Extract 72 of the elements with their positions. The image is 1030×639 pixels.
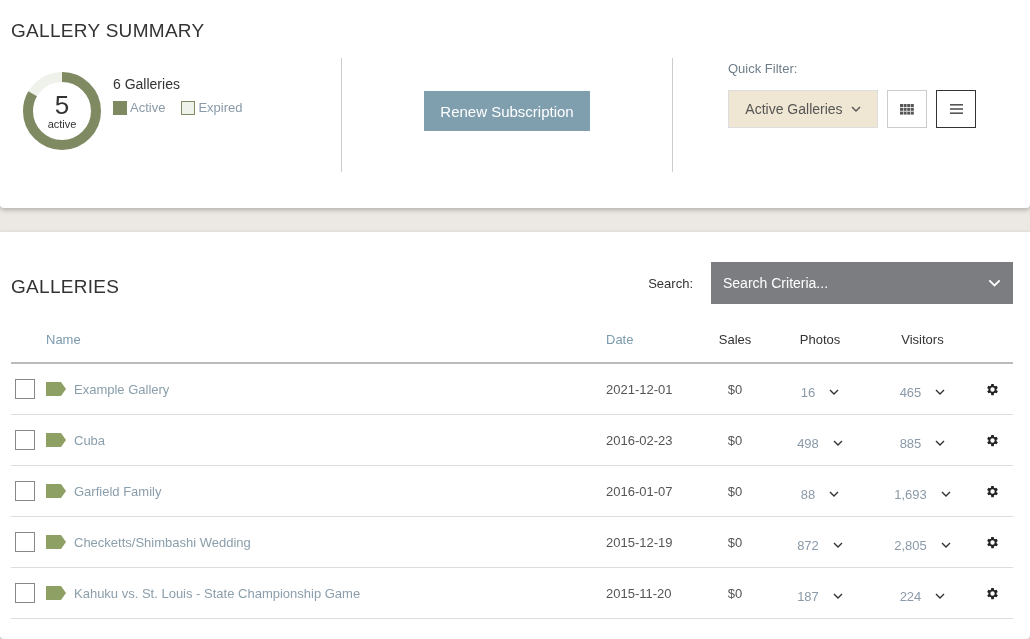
tag-icon bbox=[46, 484, 66, 498]
row-checkbox[interactable] bbox=[15, 532, 35, 552]
chevron-down-icon bbox=[829, 389, 840, 395]
chevron-down-icon bbox=[935, 440, 946, 446]
row-checkbox[interactable] bbox=[15, 379, 35, 399]
chevron-down-icon bbox=[940, 491, 951, 497]
photos-count: 187 bbox=[797, 588, 819, 604]
gallery-name-link[interactable]: Checketts/Shimbashi Wedding bbox=[74, 534, 251, 550]
tag-icon bbox=[46, 433, 66, 447]
column-header: Visitors bbox=[901, 332, 944, 347]
column-header[interactable]: Date bbox=[606, 332, 634, 347]
visitors-count: 2,805 bbox=[894, 537, 927, 553]
photos-count: 88 bbox=[800, 486, 816, 502]
chevron-down-icon bbox=[850, 106, 861, 112]
photos-count: 16 bbox=[800, 384, 816, 400]
visitors-count: 885 bbox=[899, 435, 922, 451]
date-cell: 2016-01-07 bbox=[606, 483, 673, 499]
tag-icon bbox=[46, 535, 66, 549]
gallery-name-link[interactable]: Garfield Family bbox=[74, 483, 162, 499]
sales-cell: $0 bbox=[727, 534, 743, 550]
active-count: 5 bbox=[54, 92, 70, 118]
search-label: Search: bbox=[648, 275, 693, 291]
search-field[interactable]: Search Criteria... bbox=[711, 262, 1013, 304]
chevron-down-icon bbox=[832, 542, 843, 548]
gallery-total: 6 Galleries bbox=[113, 76, 181, 92]
section-title: GALLERIES bbox=[11, 276, 120, 298]
settings-icon[interactable] bbox=[985, 483, 1000, 499]
gallery-name-link[interactable]: Example Gallery bbox=[74, 381, 170, 397]
view-toggle-button[interactable] bbox=[936, 90, 976, 128]
settings-icon[interactable] bbox=[985, 432, 1000, 448]
chevron-down-icon bbox=[832, 440, 843, 446]
tag-icon bbox=[46, 382, 66, 396]
photos-count: 498 bbox=[797, 435, 819, 451]
sales-cell: $0 bbox=[727, 483, 743, 499]
row-checkbox[interactable] bbox=[15, 583, 35, 603]
photos-count: 872 bbox=[797, 537, 819, 553]
visitors-count: 224 bbox=[899, 588, 922, 604]
sales-cell: $0 bbox=[727, 585, 743, 601]
legend-label: Active bbox=[130, 100, 166, 115]
sales-cell: $0 bbox=[727, 432, 743, 448]
row-checkbox[interactable] bbox=[15, 481, 35, 501]
gallery-name-link[interactable]: Cuba bbox=[74, 432, 106, 448]
quick-filter-dropdown[interactable]: Active Galleries bbox=[728, 90, 878, 128]
date-cell: 2015-11-20 bbox=[606, 585, 672, 601]
settings-icon[interactable] bbox=[985, 534, 1000, 550]
chevron-down-icon bbox=[935, 593, 946, 599]
visitors-count: 1,693 bbox=[894, 486, 927, 502]
renew-subscription-button[interactable]: Renew Subscription bbox=[424, 91, 590, 131]
chevron-down-icon bbox=[940, 542, 951, 548]
legend-label: Expired bbox=[198, 100, 243, 115]
grid-icon bbox=[900, 103, 914, 115]
sales-cell: $0 bbox=[727, 381, 743, 397]
visitors-count: 465 bbox=[899, 384, 922, 400]
quick-filter-label: Quick Filter: bbox=[728, 61, 799, 76]
active-label: active bbox=[47, 118, 77, 130]
gallery-name-link[interactable]: Kahuku vs. St. Louis - State Championship Game bbox=[74, 585, 361, 601]
chevron-down-icon bbox=[988, 279, 1001, 287]
settings-icon[interactable] bbox=[985, 585, 1000, 601]
date-cell: 2016-02-23 bbox=[606, 432, 673, 448]
date-cell: 2015-12-19 bbox=[606, 534, 673, 550]
settings-icon[interactable] bbox=[985, 381, 1000, 397]
column-header: Sales bbox=[718, 332, 752, 347]
tag-icon bbox=[46, 586, 66, 600]
chevron-down-icon bbox=[829, 491, 840, 497]
date-cell: 2021-12-01 bbox=[606, 381, 673, 397]
list-icon bbox=[949, 104, 963, 114]
chevron-down-icon bbox=[935, 389, 946, 395]
section-title: GALLERY SUMMARY bbox=[11, 20, 206, 42]
chevron-down-icon bbox=[832, 593, 843, 599]
column-header: Photos bbox=[799, 332, 841, 347]
row-checkbox[interactable] bbox=[15, 430, 35, 450]
column-header[interactable]: Name bbox=[46, 332, 81, 347]
